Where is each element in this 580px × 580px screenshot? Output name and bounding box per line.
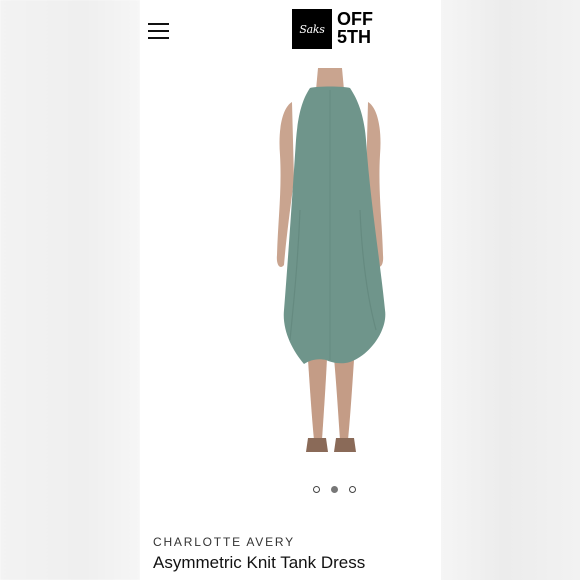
background-right-blur [441,0,580,580]
menu-bar [148,30,169,32]
model-leg-right [334,358,354,440]
hamburger-menu-icon[interactable] [147,20,171,44]
carousel-dot[interactable] [313,486,320,493]
product-brand[interactable]: CHARLOTTE AVERY [153,535,295,549]
saks-off-5th-logo[interactable]: Saks OFF 5TH [292,9,382,49]
carousel-dot-active[interactable] [331,486,338,493]
carousel-indicator [313,486,363,496]
logo-line-2: 5TH [337,27,372,47]
logo-line-1: OFF [337,9,373,29]
carousel-dot[interactable] [349,486,356,493]
model-sandal-right [334,438,356,452]
menu-bar [148,23,169,25]
menu-bar [148,37,169,39]
model-leg-left [308,358,327,440]
background-left-blur [0,0,140,580]
model-sandal-left [306,438,328,452]
logo-box-text: Saks [299,22,325,36]
saks-logo-mark: Saks [292,9,332,49]
logo-wordmark: OFF 5TH [337,10,373,46]
product-photo[interactable] [230,60,430,460]
product-title: Asymmetric Knit Tank Dress [153,553,366,572]
